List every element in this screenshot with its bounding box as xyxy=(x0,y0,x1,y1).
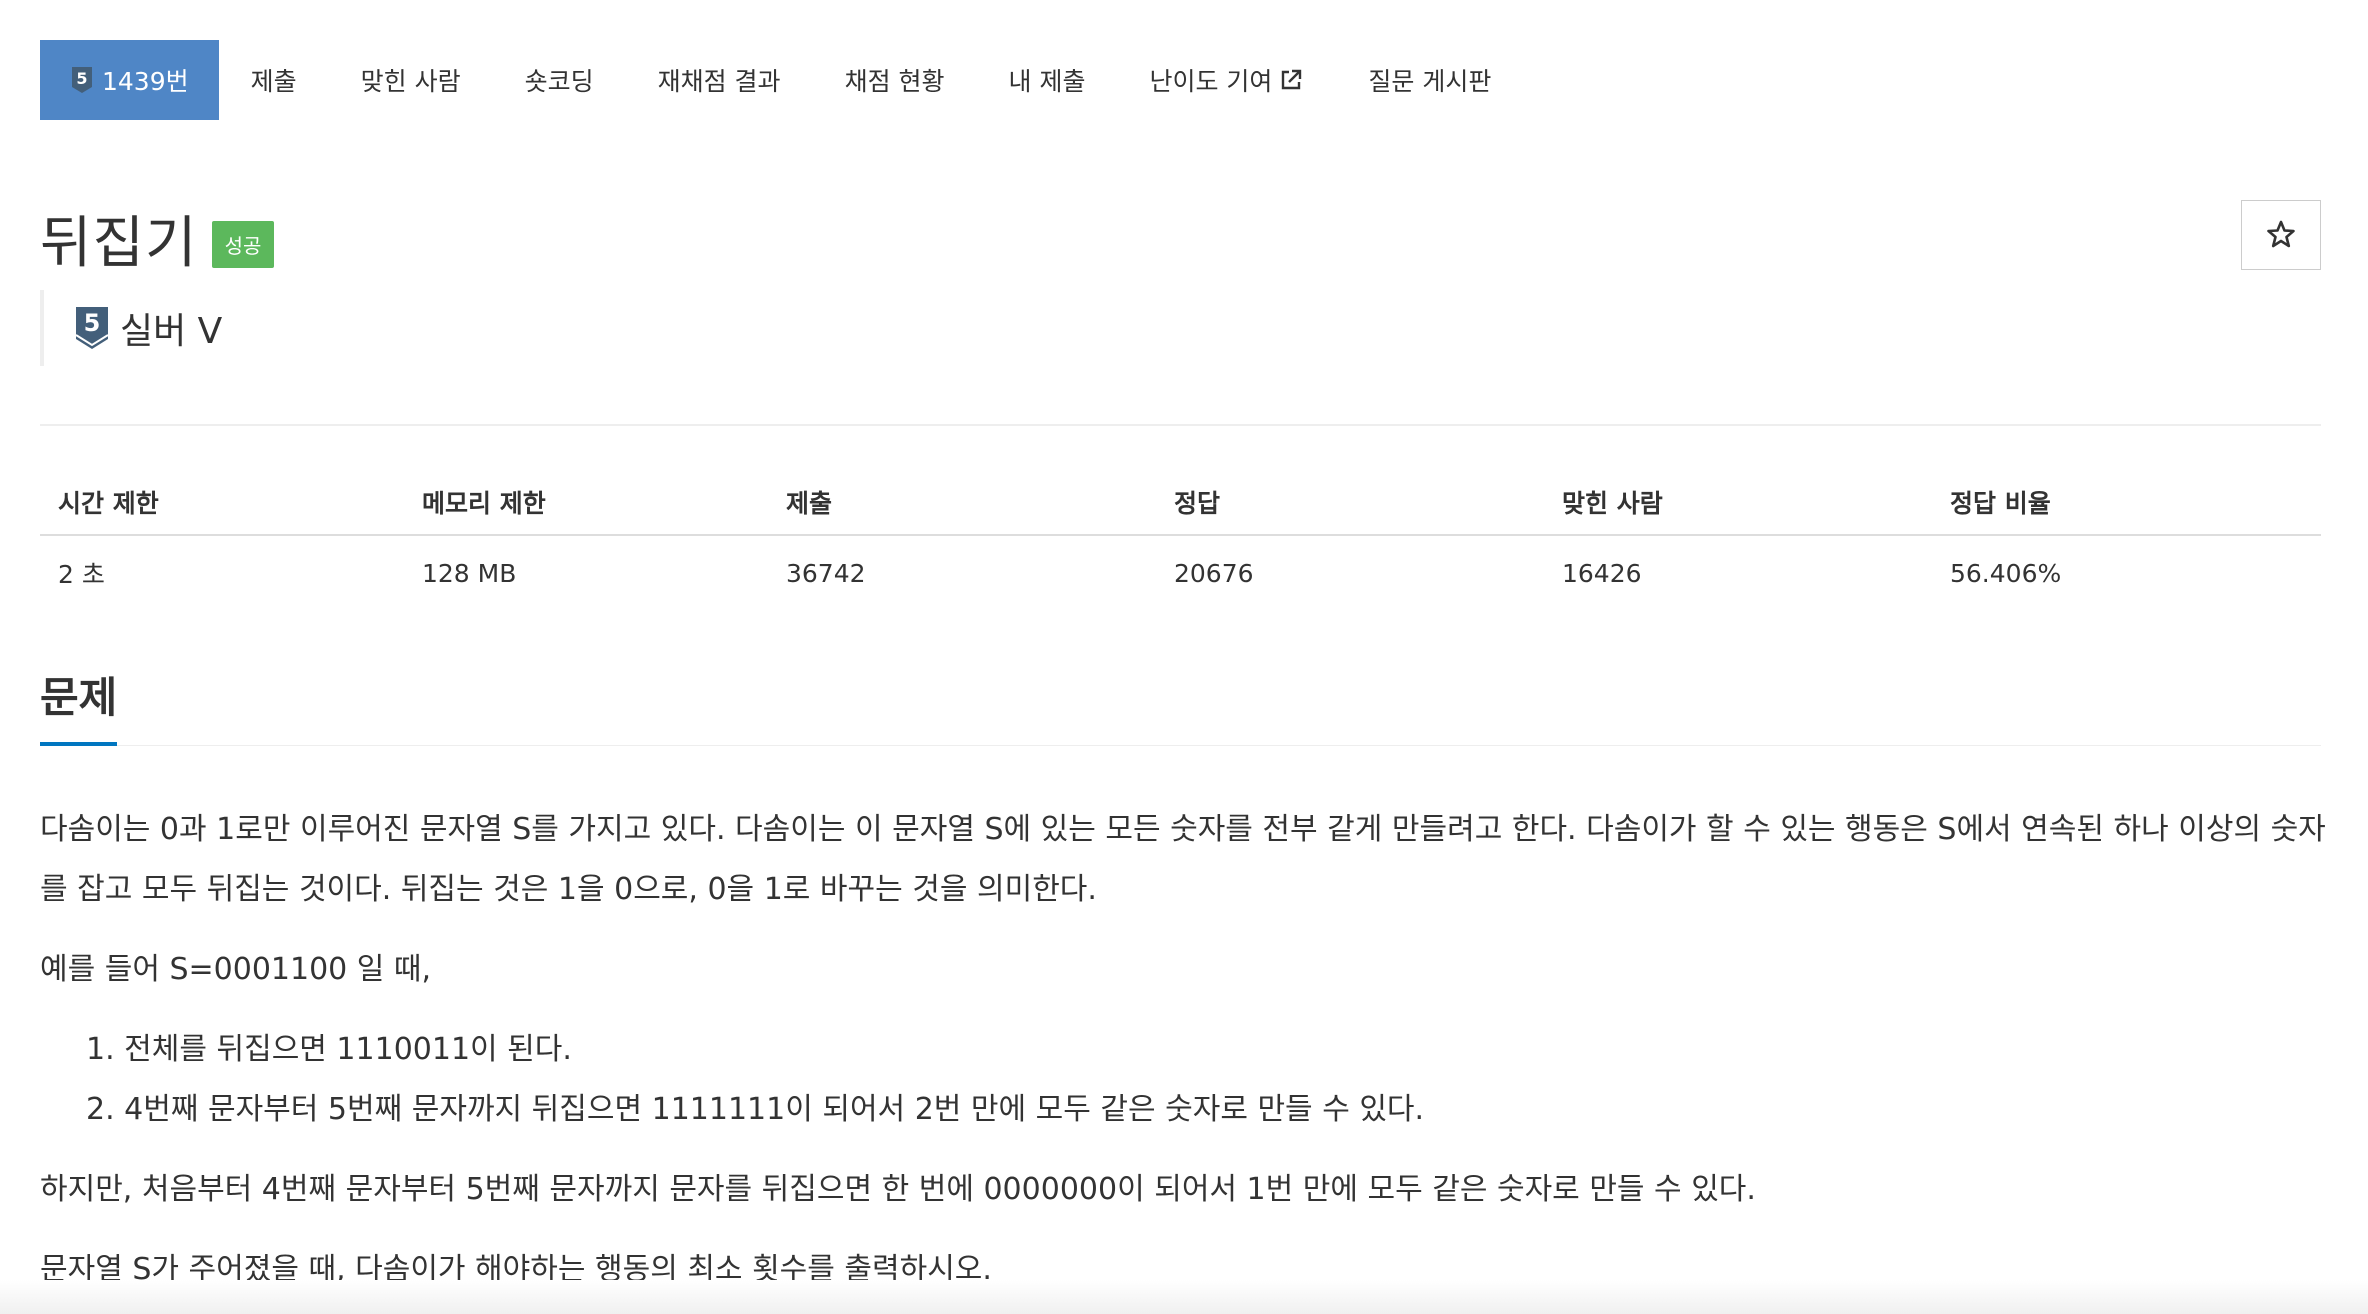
header-accept-ratio: 정답 비율 xyxy=(1950,489,2051,518)
time-limit-value: 2 초 xyxy=(58,560,105,589)
star-outline-icon xyxy=(2266,219,2296,252)
tab-difficulty-contribution[interactable]: 난이도 기여 xyxy=(1117,40,1336,120)
example-list: 1. 전체를 뒤집으면 1110011이 된다. 2. 4번째 문자부터 5번째… xyxy=(40,1020,2330,1140)
header-solved-users: 맞힌 사람 xyxy=(1562,489,1663,518)
tier-name: 실버 V xyxy=(120,311,223,352)
header-memory-limit: 메모리 제한 xyxy=(422,489,546,518)
header-submissions: 제출 xyxy=(786,489,833,518)
section-header: 문제 xyxy=(40,668,2321,746)
header-accepted: 정답 xyxy=(1174,489,1221,518)
description-paragraph: 하지만, 처음부터 4번째 문자부터 5번째 문자까지 문자를 뒤집으면 한 번… xyxy=(40,1172,1756,1207)
silver-tier-icon: 5 xyxy=(74,305,110,351)
list-item: 2. 4번째 문자부터 5번째 문자까지 뒤집으면 1111111이 되어서 2… xyxy=(86,1092,1425,1127)
silver-tier-icon: 5 xyxy=(70,65,94,95)
favorite-button[interactable] xyxy=(2241,200,2321,270)
tab-submit[interactable]: 제출 xyxy=(219,40,329,120)
tab-solved-users[interactable]: 맞힌 사람 xyxy=(329,40,493,120)
header-time-limit: 시간 제한 xyxy=(58,489,159,518)
status-badge: 성공 xyxy=(211,221,275,268)
description-paragraph: 예를 들어 S=0001100 일 때, xyxy=(40,952,432,987)
section-title: 문제 xyxy=(40,668,118,746)
tab-qna-board[interactable]: 질문 게시판 xyxy=(1336,40,1523,120)
divider xyxy=(40,424,2321,426)
problem-menu: 5 1439번 제출 맞힌 사람 숏코딩 재채점 결과 채점 현황 내 제출 난… xyxy=(40,40,1523,120)
bottom-shadow xyxy=(0,1280,2368,1314)
table-row: 2 초 128 MB 36742 20676 16426 56.406% xyxy=(40,536,2321,610)
table-header-row: 시간 제한 메모리 제한 제출 정답 맞힌 사람 정답 비율 xyxy=(40,470,2321,536)
problem-description: 다솜이는 0과 1로만 이루어진 문자열 S를 가지고 있다. 다솜이는 이 문… xyxy=(40,800,2330,1314)
description-paragraph: 다솜이는 0과 1로만 이루어진 문자열 S를 가지고 있다. 다솜이는 이 문… xyxy=(40,812,2326,907)
accept-ratio-value: 56.406% xyxy=(1950,558,2062,588)
solved-users-value: 16426 xyxy=(1562,558,1642,588)
problem-page: 5 1439번 제출 맞힌 사람 숏코딩 재채점 결과 채점 현황 내 제출 난… xyxy=(0,0,2368,1314)
tab-rejudge-results[interactable]: 재채점 결과 xyxy=(626,40,813,120)
problem-tier: 5 실버 V xyxy=(40,290,222,366)
problem-title: 뒤집기 xyxy=(40,211,198,276)
tab-difficulty-label: 난이도 기여 xyxy=(1149,67,1273,96)
tab-judge-status[interactable]: 채점 현황 xyxy=(813,40,977,120)
svg-text:5: 5 xyxy=(76,69,87,88)
memory-limit-value: 128 MB xyxy=(422,558,517,588)
svg-text:5: 5 xyxy=(84,309,101,337)
list-item: 1. 전체를 뒤집으면 1110011이 된다. xyxy=(86,1032,572,1067)
problem-title-row: 뒤집기 성공 xyxy=(40,198,275,279)
submissions-value: 36742 xyxy=(786,558,866,588)
tab-my-submissions[interactable]: 내 제출 xyxy=(977,40,1118,120)
tab-problem[interactable]: 5 1439번 xyxy=(40,40,219,120)
accepted-value: 20676 xyxy=(1174,558,1254,588)
tab-problem-label: 1439번 xyxy=(102,67,189,96)
tab-short-coding[interactable]: 숏코딩 xyxy=(493,40,626,120)
external-link-icon xyxy=(1278,67,1304,93)
problem-info-table: 시간 제한 메모리 제한 제출 정답 맞힌 사람 정답 비율 2 초 128 M… xyxy=(40,470,2321,610)
